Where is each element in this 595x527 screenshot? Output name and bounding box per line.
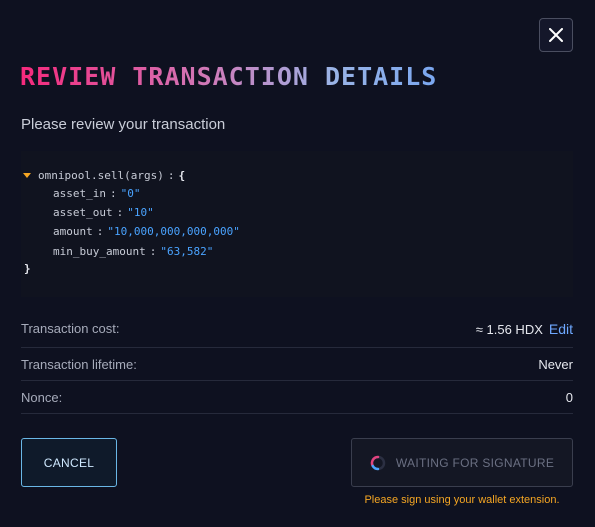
open-brace: { (178, 169, 186, 182)
collapse-caret-icon[interactable] (23, 173, 31, 178)
transaction-cost-row: Transaction cost: ≈ 1.56 HDX Edit (21, 312, 573, 345)
call-separator: : (167, 169, 175, 182)
call-function: omnipool.sell(args) (38, 169, 164, 182)
transaction-cost-value: ≈ 1.56 HDX (475, 321, 543, 337)
arg-line: min_buy_amount: "63,582" (53, 245, 213, 259)
arg-value: "0" (120, 187, 141, 200)
arg-separator: : (96, 225, 104, 238)
close-button[interactable] (539, 18, 573, 52)
arg-key: asset_in (53, 187, 106, 200)
cancel-button[interactable]: Cancel (21, 438, 117, 487)
arg-separator: : (116, 206, 124, 219)
arg-key: amount (53, 225, 93, 238)
arg-line: asset_out: "10" (53, 206, 154, 220)
close-icon (549, 28, 563, 42)
arg-key: asset_out (53, 206, 113, 219)
transaction-lifetime-label: Transaction lifetime: (21, 357, 137, 372)
transaction-lifetime-value: Never (538, 357, 573, 372)
arg-value: "63,582" (160, 245, 214, 258)
transaction-lifetime-row: Transaction lifetime: Never (21, 348, 573, 381)
review-transaction-modal: Review Transaction Details Please review… (0, 0, 595, 527)
call-function-line: omnipool.sell(args):{ (38, 169, 185, 183)
arg-separator: : (149, 245, 157, 258)
nonce-value: 0 (565, 390, 573, 405)
modal-subtitle: Please review your transaction (21, 116, 226, 133)
edit-cost-link[interactable]: Edit (549, 321, 573, 337)
transaction-cost-label: Transaction cost: (21, 321, 120, 336)
sign-hint: Please sign using your wallet extension. (364, 494, 560, 506)
spinner-icon (370, 455, 396, 471)
modal-title: Review Transaction Details (20, 62, 438, 91)
waiting-for-signature-button: Waiting for signature (351, 438, 573, 487)
arg-line: amount: "10,000,000,000,000" (53, 225, 240, 239)
arg-line: asset_in: "0" (53, 187, 140, 201)
nonce-row: Nonce: 0 (21, 381, 573, 414)
arg-separator: : (109, 187, 117, 200)
arg-value: "10" (127, 206, 154, 219)
close-brace: } (24, 262, 31, 275)
arg-value: "10,000,000,000,000" (107, 225, 240, 238)
transaction-cost-value-group: ≈ 1.56 HDX Edit (476, 321, 573, 337)
divider (21, 413, 573, 414)
waiting-label: Waiting for signature (395, 455, 555, 470)
nonce-label: Nonce: (21, 390, 63, 405)
transaction-call-box: omnipool.sell(args):{ asset_in: "0" asset… (21, 151, 573, 297)
arg-key: min_buy_amount (53, 245, 146, 258)
